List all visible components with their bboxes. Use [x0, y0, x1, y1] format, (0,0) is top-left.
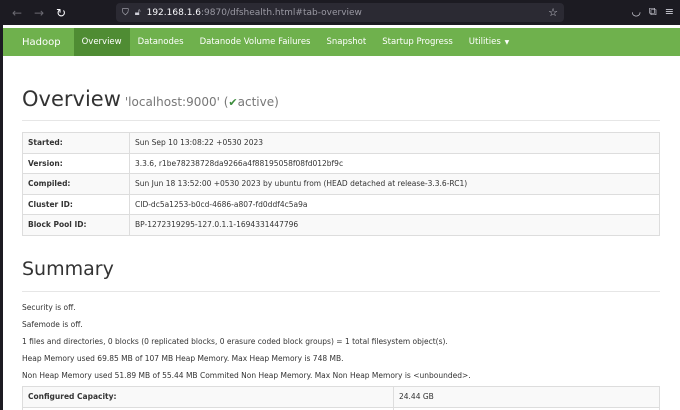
- row-key: Cluster ID:: [22, 193, 130, 215]
- pocket-icon[interactable]: ◡: [631, 5, 641, 19]
- row-value: 3.3.6, r1be78238728da9266a4f88195058f08f…: [129, 152, 660, 174]
- row-value: Sun Jun 18 13:52:00 +0530 2023 by ubuntu…: [129, 173, 660, 195]
- shield-icon[interactable]: ⛉: [122, 8, 129, 18]
- table-row: Started: Sun Sep 10 13:08:22 +0530 2023: [22, 132, 660, 154]
- url-host: 192.168.1.6: [146, 7, 202, 18]
- capacity-table: Configured Capacity: 24.44 GB: [22, 386, 660, 410]
- nav-overview[interactable]: Overview: [73, 28, 130, 56]
- page-title: Overview: [22, 87, 121, 111]
- table-row: Compiled: Sun Jun 18 13:52:00 +0530 2023 …: [22, 173, 660, 195]
- browser-toolbar: ← → ↻ ⛉ 🔓︎ 192.168.1.6:9870/dfshealth.ht…: [0, 0, 680, 25]
- url-bar[interactable]: ⛉ 🔓︎ 192.168.1.6:9870/dfshealth.html#tab…: [116, 3, 564, 22]
- nav-utilities-dropdown[interactable]: Utilities ▼: [461, 28, 518, 56]
- row-key: Block Pool ID:: [22, 214, 130, 236]
- safemode-status: Safemode is off.: [22, 320, 83, 329]
- row-value: Sun Sep 10 13:08:22 +0530 2023: [129, 132, 660, 154]
- namenode-status: active: [237, 95, 275, 109]
- menu-icon[interactable]: ≡: [665, 5, 674, 19]
- row-key: Started:: [22, 132, 130, 154]
- overview-heading: Overview'localhost:9000' (✔active): [22, 87, 279, 111]
- lock-insecure-icon[interactable]: 🔓︎: [135, 8, 141, 18]
- table-row: Version: 3.3.6, r1be78238728da9266a4f8819…: [22, 152, 660, 174]
- nav-utilities-label: Utilities: [468, 37, 501, 47]
- summary-divider: [22, 291, 660, 292]
- summary-heading: Summary: [22, 258, 114, 280]
- status-close-paren: ): [274, 95, 279, 109]
- forward-icon[interactable]: →: [28, 6, 50, 20]
- caret-down-icon: ▼: [502, 39, 510, 46]
- checkmark-icon: ✔: [228, 96, 238, 109]
- heading-divider: [22, 120, 660, 121]
- row-value: BP-1272319295-127.0.1.1-1694331447796: [129, 214, 660, 236]
- url-text[interactable]: 192.168.1.6:9870/dfshealth.html#tab-over…: [147, 8, 362, 18]
- table-row: Block Pool ID: BP-1272319295-127.0.1.1-16…: [22, 214, 660, 236]
- namenode-host: 'localhost:9000' (: [124, 95, 229, 109]
- page-content: Hadoop Overview Datanodes Datanode Volum…: [3, 25, 680, 410]
- overview-table: Started: Sun Sep 10 13:08:22 +0530 2023 V…: [22, 132, 660, 236]
- bookmark-star-icon[interactable]: ☆: [548, 6, 558, 19]
- nav-datanodes[interactable]: Datanodes: [130, 28, 192, 56]
- row-value: CID-dc5a1253-b0cd-4686-a807-fd0ddf4c5a9a: [129, 193, 660, 215]
- reload-icon[interactable]: ↻: [50, 6, 72, 20]
- brand-logo[interactable]: Hadoop: [3, 37, 74, 48]
- table-row: Cluster ID: CID-dc5a1253-b0cd-4686-a807-f…: [22, 193, 660, 215]
- filesystem-objects: 1 files and directories, 0 blocks (0 rep…: [22, 337, 448, 346]
- row-value: 24.44 GB: [393, 386, 660, 408]
- url-path: :9870/dfshealth.html#tab-overview: [201, 7, 362, 18]
- nav-datanode-volume-failures[interactable]: Datanode Volume Failures: [192, 28, 319, 56]
- row-key: Compiled:: [22, 173, 130, 195]
- nav-startup-progress[interactable]: Startup Progress: [374, 28, 461, 56]
- extensions-icon[interactable]: ⧉: [649, 5, 657, 19]
- non-heap-memory: Non Heap Memory used 51.89 MB of 55.44 M…: [22, 371, 471, 380]
- row-key: Configured Capacity:: [22, 386, 394, 408]
- security-status: Security is off.: [22, 303, 76, 312]
- heap-memory: Heap Memory used 69.85 MB of 107 MB Heap…: [22, 354, 344, 363]
- table-row: Configured Capacity: 24.44 GB: [22, 386, 660, 408]
- row-key: Version:: [22, 152, 130, 174]
- back-icon[interactable]: ←: [6, 6, 28, 20]
- nav-snapshot[interactable]: Snapshot: [318, 28, 374, 56]
- top-navbar: Hadoop Overview Datanodes Datanode Volum…: [3, 28, 680, 56]
